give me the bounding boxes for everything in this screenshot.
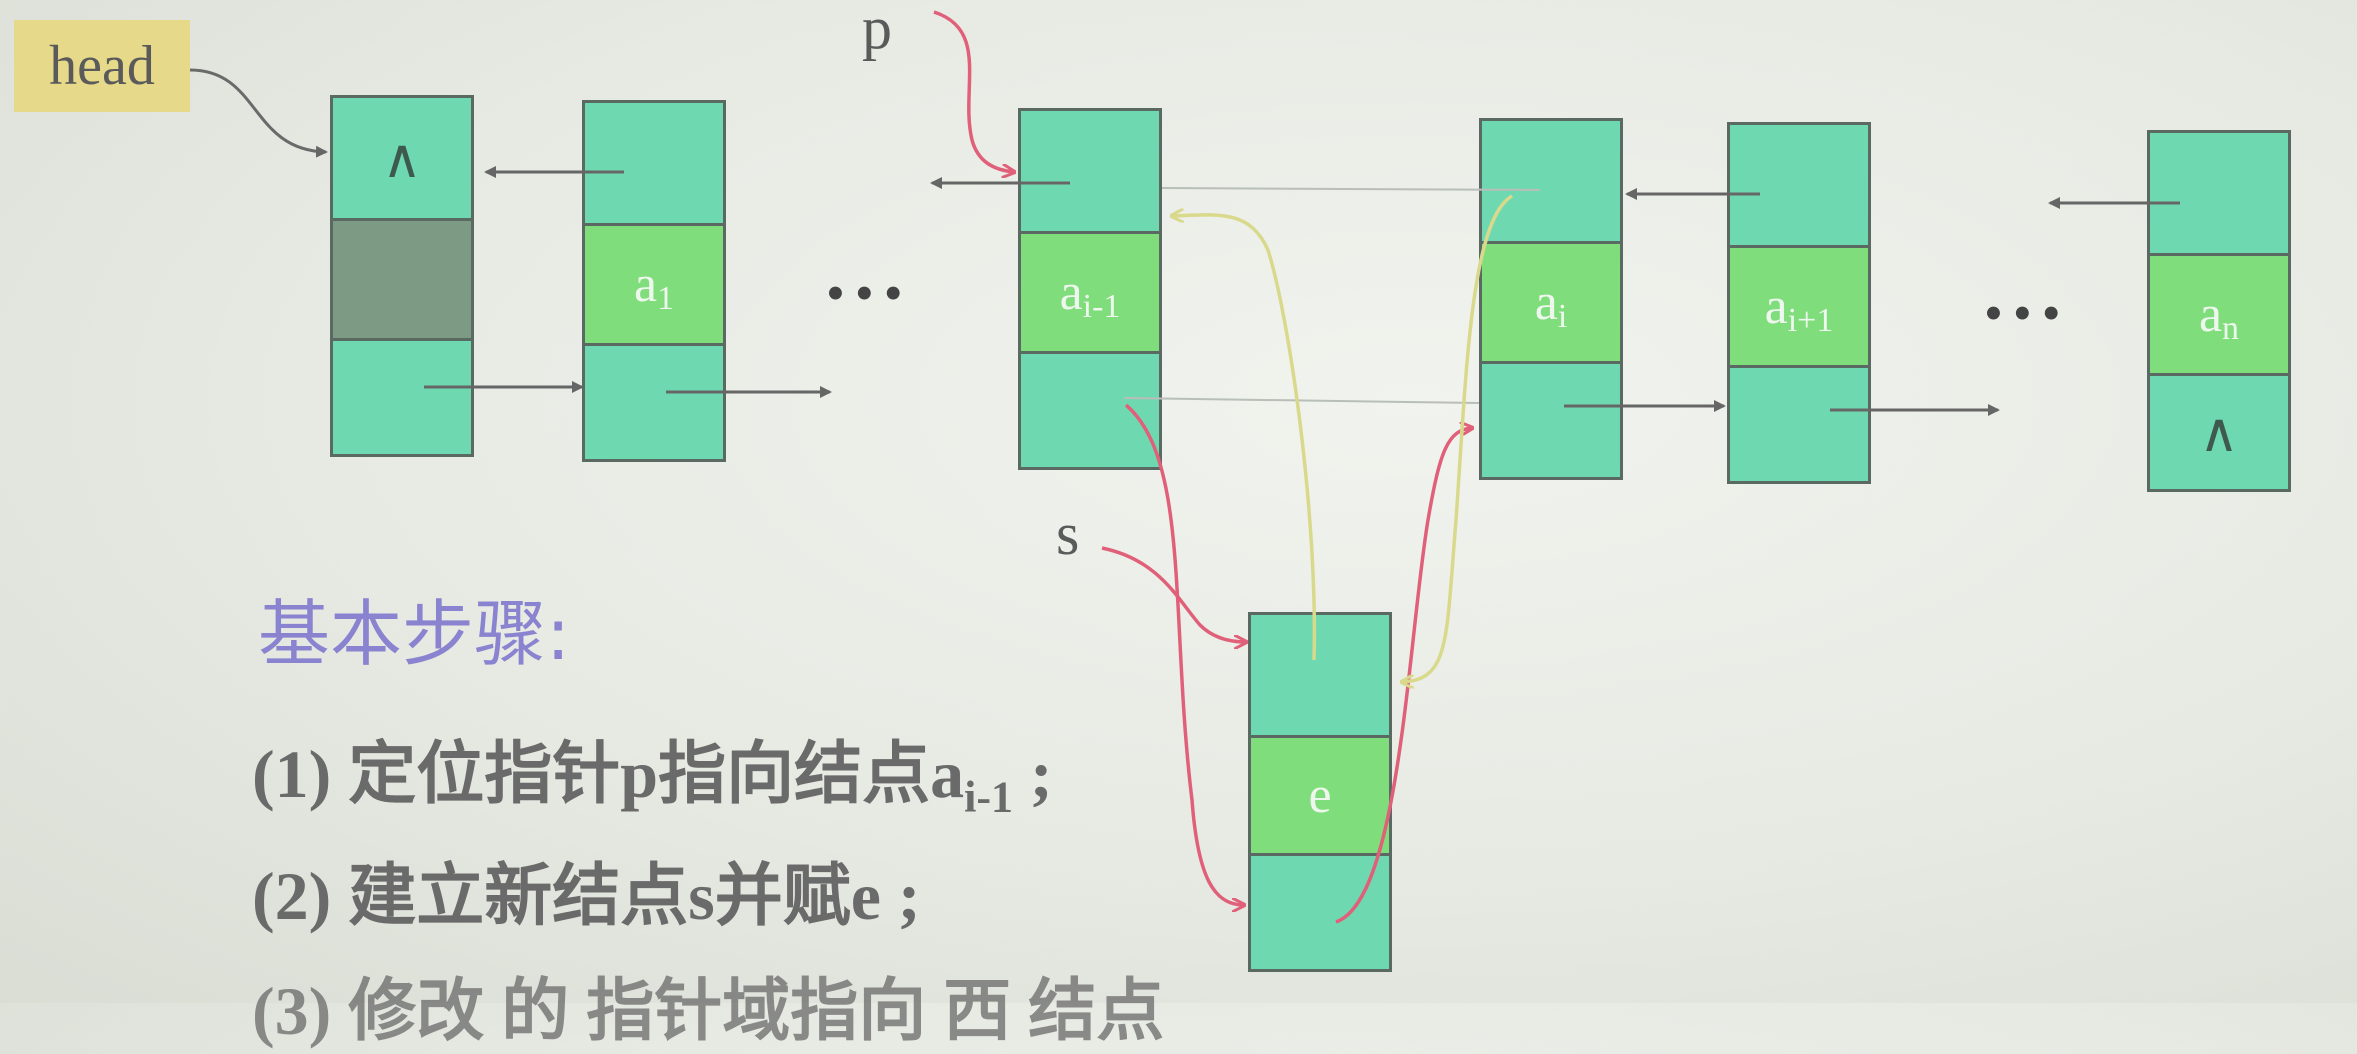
head-node-next	[333, 338, 471, 454]
node-a-i-subscript: i	[1557, 297, 1568, 335]
node-a-n-prior	[2150, 133, 2288, 253]
node-a-i-minus-1-prior	[1021, 111, 1159, 231]
old-next-link	[1123, 397, 1480, 404]
step-3-partial: (3) 修改 的 指针域指向 西 结点	[252, 973, 1165, 1049]
pointer-s-label: s	[1056, 501, 1080, 567]
node-a-i-minus-1-next	[1021, 351, 1159, 467]
node-a-i-value: a	[1534, 274, 1558, 331]
node-a1-data: a1	[585, 223, 723, 343]
new-node-data: e	[1251, 735, 1389, 853]
node-a-i-plus-1-next	[1730, 365, 1868, 481]
pointer-p-label: p	[862, 0, 892, 61]
null-symbol: ∧	[382, 126, 422, 190]
node-a-i-minus-1: a i-1	[1018, 108, 1162, 470]
red-link-to-new-node	[1124, 403, 1244, 905]
node-a-i-next	[1482, 361, 1620, 477]
step-1: (1) 定位指针p指向结点ai-1 ;	[252, 718, 1053, 823]
node-a1-prior	[585, 103, 723, 223]
step-1-text: (1) 定位指针p指向结点a	[252, 736, 965, 812]
head-text: head	[49, 35, 155, 97]
node-a-n-data: an	[2150, 253, 2288, 373]
steps-title: 基本步骤:	[258, 592, 571, 676]
head-node-data	[333, 218, 471, 338]
node-a-i-minus-1-value: a	[1059, 264, 1083, 321]
node-a1-value: a	[633, 256, 658, 313]
node-a-n: an ∧	[2147, 130, 2291, 492]
node-a1-next	[585, 343, 723, 459]
ellipsis-1: •••	[826, 263, 913, 323]
node-a-n-next: ∧	[2150, 373, 2288, 489]
ellipsis-2: •••	[1984, 283, 2071, 343]
node-a-i-minus-1-data: a i-1	[1021, 231, 1159, 351]
yellow-link-to-a-i-minus-1	[1172, 215, 1317, 661]
new-node-s: e	[1248, 612, 1392, 972]
node-a1-subscript: 1	[657, 279, 675, 317]
node-a-i-data: ai	[1482, 241, 1620, 361]
s-pointer-arrow	[1101, 546, 1246, 642]
new-node-prior	[1251, 615, 1389, 735]
p-pointer-arrow	[933, 10, 1014, 172]
node-a-i: ai	[1479, 118, 1623, 480]
node-a-i-plus-1-prior	[1730, 125, 1868, 245]
head-node-prior: ∧	[333, 98, 471, 218]
node-a-i-plus-1-value: a	[1764, 278, 1788, 335]
node-a-i-prior	[1482, 121, 1620, 241]
node-a-n-value: a	[2198, 286, 2223, 343]
head-pointer-arrow	[189, 68, 328, 158]
node-a-i-minus-1-subscript: i-1	[1082, 287, 1121, 325]
null-symbol: ∧	[2199, 401, 2239, 464]
head-pointer-label: head	[14, 20, 190, 112]
new-node-next	[1251, 853, 1389, 969]
node-a-i-plus-1-subscript: i+1	[1787, 301, 1834, 339]
head-node: ∧	[330, 95, 474, 457]
step-1-suffix: ;	[1013, 736, 1053, 812]
node-a1: a1	[582, 100, 726, 462]
new-node-value: e	[1308, 767, 1332, 824]
node-a-i-plus-1-data: a i+1	[1730, 245, 1868, 365]
node-a-i-plus-1: a i+1	[1727, 122, 1871, 484]
step-1-subscript: i-1	[964, 772, 1013, 822]
step-2: (2) 建立新结点s并赋e ;	[252, 858, 921, 934]
node-a-n-subscript: n	[2222, 309, 2240, 347]
